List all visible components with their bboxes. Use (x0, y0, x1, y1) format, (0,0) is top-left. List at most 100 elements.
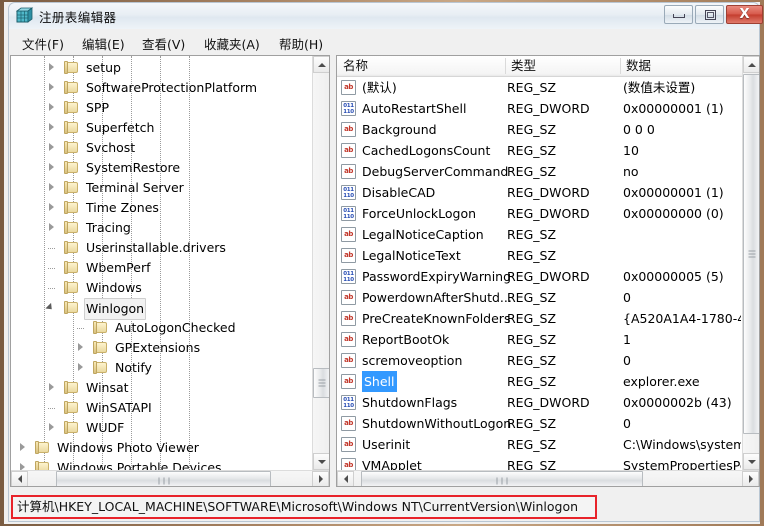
tree-collapse-arrow-icon[interactable] (46, 302, 57, 313)
tree-expand-arrow-icon[interactable] (46, 422, 57, 433)
tree-expand-arrow-icon[interactable] (46, 102, 57, 113)
tree-hscrollbar-thumb[interactable] (56, 471, 271, 486)
registry-value-row[interactable]: ab LegalNoticeText REG_SZ (337, 245, 743, 266)
list-vertical-scrollbar[interactable] (742, 56, 759, 470)
tree-node[interactable]: WbemPerf (11, 258, 313, 278)
registry-value-row[interactable]: 011 110 ForceUnlockLogon REG_DWORD 0x0000000… (337, 203, 743, 224)
tree-scroll-left-button[interactable] (11, 471, 28, 486)
registry-value-row[interactable]: ab (默认) REG_SZ (数值未设置) (337, 77, 743, 98)
registry-value-row[interactable]: ab VMApplet REG_SZ SystemPropertiesPer (337, 455, 743, 470)
tree-scroll-up-button[interactable] (313, 56, 329, 73)
close-button[interactable]: X (726, 5, 763, 24)
tree-expand-arrow-icon[interactable] (46, 142, 57, 153)
value-name: (默认) (362, 80, 397, 95)
tree-expand-arrow-icon[interactable] (46, 222, 57, 233)
tree-horizontal-scrollbar[interactable] (11, 470, 329, 486)
tree-node[interactable]: setup (11, 58, 313, 78)
tree-node[interactable]: AutoLogonChecked (11, 318, 313, 338)
tree-expand-arrow-icon[interactable] (46, 202, 57, 213)
tree-node[interactable]: WinSATAPI (11, 398, 313, 418)
menu-item-0[interactable]: 文件(F) (19, 33, 67, 54)
registry-value-row[interactable]: 011 110 AutoRestartShell REG_DWORD 0x0000000… (337, 98, 743, 119)
registry-tree-viewport[interactable]: setup SoftwareProtectionPlatform SPP Superf… (11, 56, 313, 470)
tree-expand-arrow-icon[interactable] (46, 382, 57, 393)
registry-value-row[interactable]: ab CachedLogonsCount REG_SZ 10 (337, 140, 743, 161)
tree-node[interactable]: SoftwareProtectionPlatform (11, 78, 313, 98)
value-name: AutoRestartShell (362, 101, 467, 116)
registry-value-row[interactable]: ab PreCreateKnownFolders REG_SZ {A520A1A4-1… (337, 308, 743, 329)
registry-values-list[interactable]: ab (默认) REG_SZ (数值未设置) 011 110 AutoRestartShel… (337, 77, 743, 470)
column-header-0[interactable]: 名称 (337, 56, 505, 76)
tree-expand-arrow-icon[interactable] (46, 162, 57, 173)
list-column-headers[interactable]: 名称 类型 数据 (337, 56, 743, 77)
list-scroll-down-button[interactable] (743, 453, 759, 470)
list-scrollbar-thumb[interactable] (743, 74, 759, 434)
tree-node[interactable]: Userinstallable.drivers (11, 238, 313, 258)
list-horizontal-scrollbar[interactable] (337, 470, 759, 486)
menu-item-2[interactable]: 查看(V) (139, 33, 188, 54)
folder-icon (64, 421, 79, 434)
registry-value-row[interactable]: ab LegalNoticeCaption REG_SZ (337, 224, 743, 245)
column-divider[interactable] (620, 58, 621, 74)
registry-value-row[interactable]: ab scremoveoption REG_SZ 0 (337, 350, 743, 371)
maximize-button[interactable] (695, 5, 724, 24)
tree-expand-arrow-icon[interactable] (75, 362, 86, 373)
registry-values-pane[interactable]: 名称 类型 数据 ab (默认) REG_SZ (数值未设置) 011 110 AutoRest… (336, 55, 760, 487)
tree-expand-arrow-icon[interactable] (17, 442, 28, 453)
tree-expand-arrow-icon[interactable] (46, 62, 57, 73)
registry-value-row[interactable]: ab Background REG_SZ 0 0 0 (337, 119, 743, 140)
tree-node[interactable]: GPExtensions (11, 338, 313, 358)
string-value-icon: ab (341, 311, 356, 326)
registry-value-row[interactable]: 011 110 PasswordExpiryWarning REG_DWORD 0x00… (337, 266, 743, 287)
tree-vertical-scrollbar[interactable] (312, 56, 329, 470)
tree-expand-arrow-icon[interactable] (75, 342, 86, 353)
value-type: REG_DWORD (507, 395, 590, 410)
tree-node[interactable]: WUDF (11, 418, 313, 438)
registry-value-row[interactable]: ab DebugServerCommand REG_SZ no (337, 161, 743, 182)
registry-value-row[interactable]: 011 110 DisableCAD REG_DWORD 0x00000001 (1) (337, 182, 743, 203)
value-data: C:\Windows\system3 (623, 437, 741, 452)
tree-expand-arrow-icon[interactable] (46, 182, 57, 193)
tree-node[interactable]: Windows Photo Viewer (11, 438, 313, 458)
registry-value-row[interactable]: ab ReportBootOk REG_SZ 1 (337, 329, 743, 350)
tree-expand-arrow-icon[interactable] (17, 462, 28, 470)
tree-node[interactable]: Winlogon (11, 298, 313, 320)
menu-item-4[interactable]: 帮助(H) (276, 33, 326, 54)
tree-node[interactable]: Terminal Server (11, 178, 313, 198)
list-scroll-right-button[interactable] (742, 471, 759, 486)
registry-value-row[interactable]: ab ShutdownWithoutLogon REG_SZ 0 (337, 413, 743, 434)
tree-expand-arrow-icon[interactable] (46, 122, 57, 133)
tree-scrollbar-thumb[interactable] (313, 368, 329, 398)
tree-node[interactable]: Windows (11, 278, 313, 298)
registry-value-row[interactable]: ab Userinit REG_SZ C:\Windows\system3 (337, 434, 743, 455)
tree-node[interactable]: Tracing (11, 218, 313, 238)
registry-value-row[interactable]: 011 110 ShutdownFlags REG_DWORD 0x0000002b (… (337, 392, 743, 413)
list-scroll-left-button[interactable] (337, 471, 354, 486)
tree-node[interactable]: Superfetch (11, 118, 313, 138)
tree-node[interactable]: Notify (11, 358, 313, 378)
column-header-2[interactable]: 数据 (620, 56, 743, 76)
chevron-left-icon (343, 475, 348, 483)
tree-node[interactable]: Svchost (11, 138, 313, 158)
registry-value-row[interactable]: ab Shell REG_SZ explorer.exe (337, 371, 743, 392)
registry-value-row[interactable]: ab PowerdownAfterShutd... REG_SZ 0 (337, 287, 743, 308)
tree-node[interactable]: Windows Portable Devices (11, 458, 313, 470)
registry-tree-pane[interactable]: setup SoftwareProtectionPlatform SPP Superf… (10, 55, 330, 487)
menu-item-1[interactable]: 编辑(E) (79, 33, 128, 54)
value-data: 0 (623, 290, 631, 305)
minimize-button[interactable] (664, 5, 693, 24)
tree-scroll-right-button[interactable] (312, 471, 329, 486)
tree-node[interactable]: SPP (11, 98, 313, 118)
menu-item-3[interactable]: 收藏夹(A) (201, 33, 263, 54)
column-divider[interactable] (505, 58, 506, 74)
list-hscrollbar-thumb[interactable] (361, 471, 643, 486)
value-type: REG_DWORD (507, 269, 590, 284)
tree-node[interactable]: SystemRestore (11, 158, 313, 178)
tree-node[interactable]: Winsat (11, 378, 313, 398)
list-scroll-up-button[interactable] (743, 56, 759, 73)
column-header-1[interactable]: 类型 (505, 56, 620, 76)
tree-node[interactable]: Time Zones (11, 198, 313, 218)
minimize-icon (673, 14, 685, 18)
tree-expand-arrow-icon[interactable] (46, 82, 57, 93)
tree-scroll-down-button[interactable] (313, 453, 329, 470)
